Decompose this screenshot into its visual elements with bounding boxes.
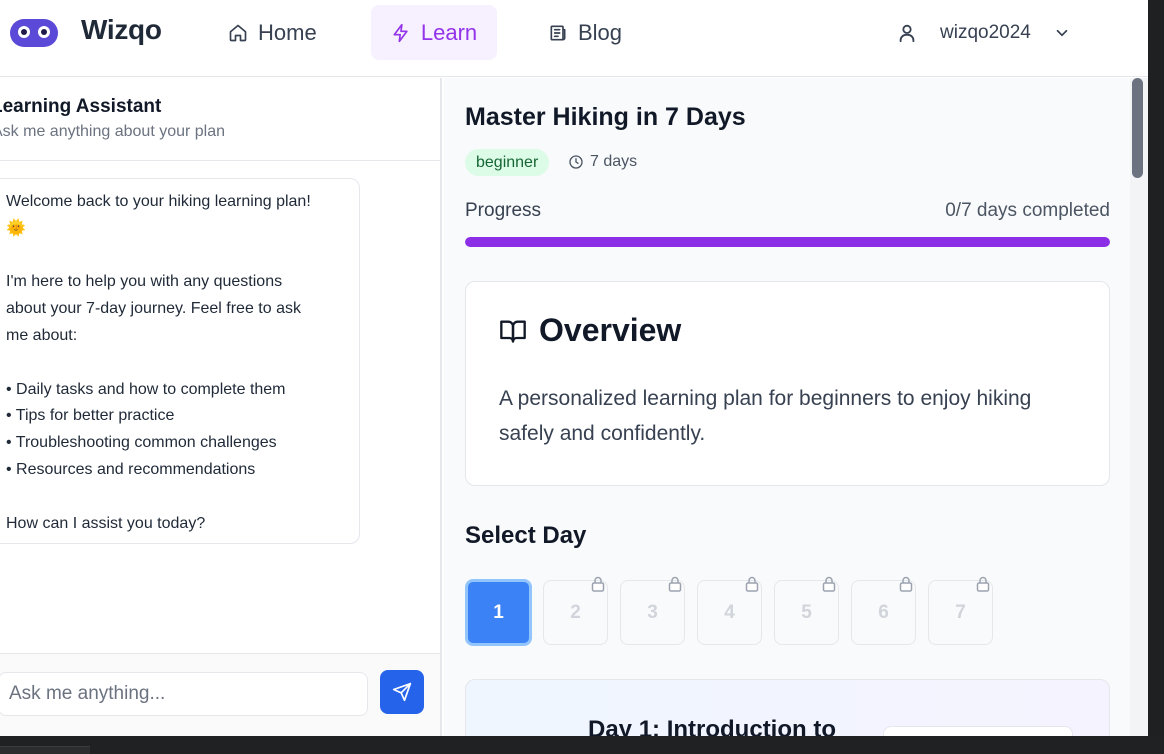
message-line: I'm here to help you with any questions	[6, 273, 283, 291]
book-open-icon	[500, 320, 526, 343]
os-tab	[0, 746, 90, 754]
nav-learn-label: Learn	[420, 19, 478, 45]
day-button-5[interactable]: 5	[774, 576, 839, 645]
lightning-icon	[393, 23, 408, 42]
chat-input[interactable]	[0, 672, 368, 716]
newspaper-icon	[550, 25, 566, 41]
overview-description: A personalized learning plan for beginne…	[499, 387, 1032, 445]
chat-subtitle: Ask me anything about your plan	[0, 123, 226, 140]
message-line: Welcome back to your hiking learning pla…	[6, 193, 311, 210]
message-line: about your 7-day journey. Feel free to a…	[6, 300, 301, 318]
overview-title: Overview	[539, 312, 682, 348]
progress-label: Progress	[465, 200, 542, 221]
nav-learn[interactable]: Learn	[371, 5, 497, 60]
message-bullet: • Tips for better practice	[6, 407, 175, 425]
brand-name[interactable]: Wizqo	[81, 14, 162, 46]
wizqo-logo-icon[interactable]	[10, 19, 58, 47]
lock-icon	[591, 576, 605, 592]
level-badge: beginner	[465, 149, 550, 176]
plan-panel: Master Hiking in 7 Days beginner 7 days …	[444, 78, 1148, 736]
sun-emoji-icon: 🌞	[6, 219, 26, 237]
plan-duration: 7 days	[568, 151, 637, 173]
progress-count: 0/7 days completed	[945, 200, 1110, 221]
message-bullet: • Daily tasks and how to complete them	[6, 380, 286, 398]
day-button-4[interactable]: 4	[697, 576, 762, 645]
top-navbar: Wizqo Home Learn Blog wizqo2024	[0, 0, 1148, 77]
day-card-title: Day 1: Introduction to	[588, 716, 836, 736]
day-button-6[interactable]: 6	[851, 576, 916, 645]
overview-card: Overview A personalized learning plan fo…	[465, 281, 1110, 486]
scrollbar-thumb[interactable]	[1132, 78, 1143, 178]
chat-input-bar	[0, 653, 440, 736]
duration-text: 7 days	[590, 153, 638, 170]
nav-home-label: Home	[258, 19, 317, 45]
message-bullet: • Resources and recommendations	[6, 460, 256, 478]
nav-blog-label: Blog	[578, 19, 623, 45]
day-detail-card: Day 1: Introduction to	[465, 679, 1110, 736]
progress-bar-fill	[465, 237, 1110, 247]
app-window: Wizqo Home Learn Blog wizqo2024 Learning…	[0, 0, 1148, 736]
lock-icon	[745, 576, 759, 592]
day-button-1[interactable]: 1	[465, 579, 532, 646]
day-button-3[interactable]: 3	[620, 576, 685, 645]
overview-header: Overview	[499, 312, 681, 349]
user-icon	[899, 24, 915, 43]
lock-icon	[899, 576, 913, 592]
day-button-2[interactable]: 2	[543, 576, 608, 645]
user-menu[interactable]: wizqo2024	[896, 18, 1071, 48]
day-card-action[interactable]	[883, 726, 1073, 736]
lock-icon	[668, 576, 682, 592]
chevron-down-icon[interactable]	[1053, 24, 1071, 42]
message-bullet: • Troubleshooting common challenges	[6, 434, 277, 452]
home-icon	[229, 24, 247, 41]
nav-blog[interactable]: Blog	[536, 5, 634, 60]
chat-title: Learning Assistant	[0, 96, 162, 117]
clock-icon	[569, 155, 583, 169]
send-icon	[392, 682, 412, 702]
plan-title: Master Hiking in 7 Days	[465, 103, 746, 131]
select-day-heading: Select Day	[465, 522, 587, 549]
day-button-7[interactable]: 7	[928, 576, 993, 645]
message-line: How can I assist you today?	[6, 514, 206, 532]
assistant-message: Welcome back to your hiking learning pla…	[0, 178, 360, 544]
message-line: me about:	[6, 326, 78, 344]
nav-home[interactable]: Home	[216, 5, 329, 60]
username: wizqo2024	[940, 22, 1031, 43]
lock-icon	[976, 576, 990, 592]
chat-panel: Learning Assistant Ask me anything about…	[0, 78, 442, 736]
chat-header: Learning Assistant Ask me anything about…	[0, 78, 440, 161]
send-button[interactable]	[380, 670, 424, 714]
os-taskbar	[0, 736, 1164, 754]
lock-icon	[822, 576, 836, 592]
progress-bar	[465, 237, 1110, 247]
